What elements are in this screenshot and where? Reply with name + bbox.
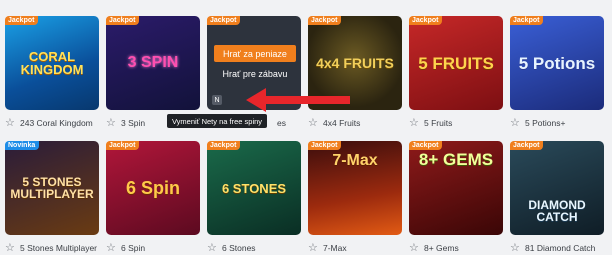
star-icon[interactable]: ☆	[308, 117, 319, 129]
game-art-text: 3 SPIN	[127, 54, 179, 71]
game-title: 6 Stones	[222, 243, 256, 253]
jackpot-badge: Jackpot	[207, 141, 241, 150]
game-title: 6 Spin	[121, 243, 146, 253]
jackpot-badge: Jackpot	[409, 16, 443, 25]
game-thumbnail[interactable]: 7-Max	[308, 141, 402, 235]
star-icon[interactable]: ☆	[409, 242, 420, 254]
jackpot-badge: Jackpot	[510, 141, 544, 150]
star-icon[interactable]: ☆	[510, 117, 521, 129]
game-title: 5 Potions+	[525, 118, 566, 128]
jackpot-badge: Jackpot	[207, 16, 241, 25]
play-for-fun-link[interactable]: Hrať pre zábavu	[214, 66, 296, 82]
game-art-text: 6 Spin	[125, 178, 180, 198]
jackpot-badge: Jackpot	[106, 16, 140, 25]
game-art-text: 8+ GEMS	[418, 150, 494, 169]
nets-tooltip: Vymeniť Nety na free spiny	[167, 114, 267, 128]
game-thumbnail[interactable]: DIAMOND CATCH	[510, 141, 604, 235]
star-icon[interactable]: ☆	[5, 242, 16, 254]
play-for-money-button[interactable]: Hrať za peniaze	[214, 45, 296, 62]
jackpot-badge: Jackpot	[409, 141, 443, 150]
game-title: es	[277, 118, 286, 128]
game-thumbnail[interactable]: 6 STONES	[207, 141, 301, 235]
game-art-text: CORAL KINGDOM	[20, 49, 84, 77]
game-art-text: 5 FRUITS	[418, 53, 494, 73]
game-art-text: 7-Max	[332, 152, 378, 169]
game-title: 81 Diamond Catch	[525, 243, 596, 253]
game-thumbnail[interactable]: 5 FRUITS	[409, 16, 503, 110]
star-icon[interactable]: ☆	[308, 242, 319, 254]
game-thumbnail[interactable]: 3 SPIN	[106, 16, 200, 110]
game-art-text: 5 STONES MULTIPLAYER	[10, 175, 94, 201]
star-icon[interactable]: ☆	[106, 117, 117, 129]
game-title: 243 Coral Kingdom	[20, 118, 93, 128]
game-thumbnail[interactable]: 6 Spin	[106, 141, 200, 235]
jackpot-badge: Jackpot	[106, 141, 140, 150]
game-thumbnail[interactable]: 5 Potions	[510, 16, 604, 110]
star-icon[interactable]: ☆	[409, 117, 420, 129]
game-art-text: DIAMOND CATCH	[528, 198, 586, 224]
jackpot-badge: Jackpot	[510, 16, 544, 25]
game-title: 8+ Gems	[424, 243, 459, 253]
game-title: 4x4 Fruits	[323, 118, 361, 128]
star-icon[interactable]: ☆	[510, 242, 521, 254]
game-title: 3 Spin	[121, 118, 146, 128]
game-art-text: 5 Potions	[518, 53, 596, 73]
star-icon[interactable]: ☆	[106, 242, 117, 254]
star-icon[interactable]: ☆	[5, 117, 16, 129]
nets-icon[interactable]: N	[212, 95, 222, 105]
game-art-text: 6 STONES	[221, 180, 287, 196]
red-arrow-icon	[246, 88, 350, 112]
game-thumbnail[interactable]: 8+ GEMS	[409, 141, 503, 235]
game-title: 7-Max	[323, 243, 347, 253]
game-thumbnail[interactable]: CORAL KINGDOM	[5, 16, 99, 110]
jackpot-badge: Jackpot	[308, 16, 342, 25]
game-title: 5 Stones Multiplayer	[20, 243, 98, 253]
game-grid: CORAL KINGDOM Jackpot ☆ 243 Coral Kingdo…	[0, 0, 612, 255]
star-icon[interactable]: ☆	[207, 242, 218, 254]
novinka-badge: Novinka	[5, 141, 40, 150]
jackpot-badge: Jackpot	[308, 141, 342, 150]
game-title: 5 Fruits	[424, 118, 453, 128]
game-thumbnail[interactable]: 5 STONES MULTIPLAYER	[5, 141, 99, 235]
jackpot-badge: Jackpot	[5, 16, 39, 25]
